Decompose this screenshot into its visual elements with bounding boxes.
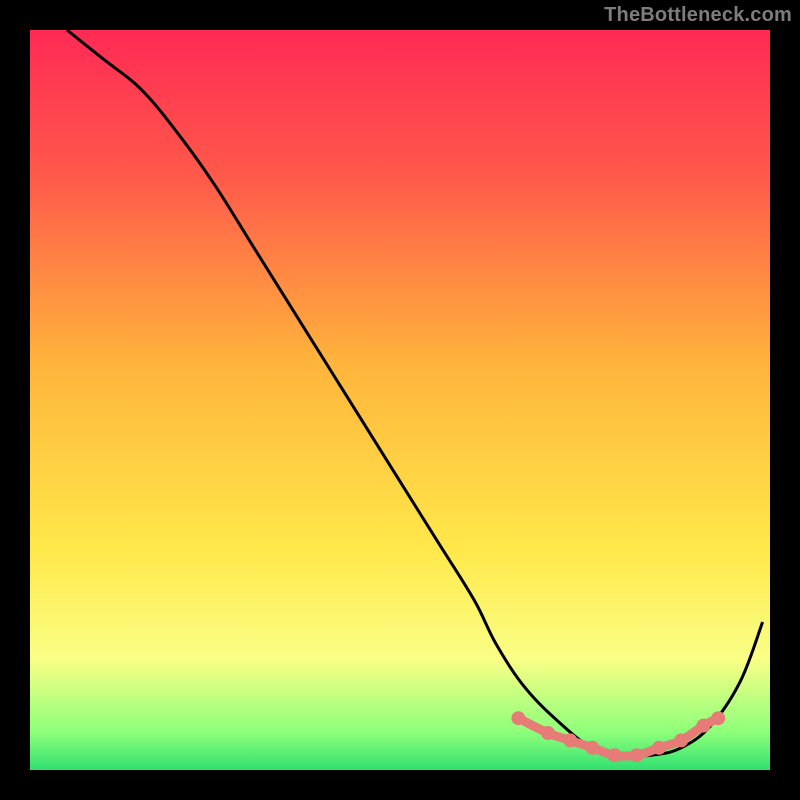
plot-area <box>30 30 770 770</box>
highlight-dot <box>585 741 599 755</box>
chart-stage: TheBottleneck.com <box>0 0 800 800</box>
highlight-dot <box>608 748 622 762</box>
highlight-dot <box>674 733 688 747</box>
chart-svg <box>30 30 770 770</box>
highlight-dot <box>630 748 644 762</box>
highlight-dot <box>652 741 666 755</box>
highlight-dot <box>541 726 555 740</box>
highlight-dot <box>563 733 577 747</box>
highlight-dot <box>696 719 710 733</box>
attribution-label: TheBottleneck.com <box>604 4 792 27</box>
gradient-background <box>30 30 770 770</box>
highlight-dot <box>711 711 725 725</box>
highlight-dot <box>511 711 525 725</box>
